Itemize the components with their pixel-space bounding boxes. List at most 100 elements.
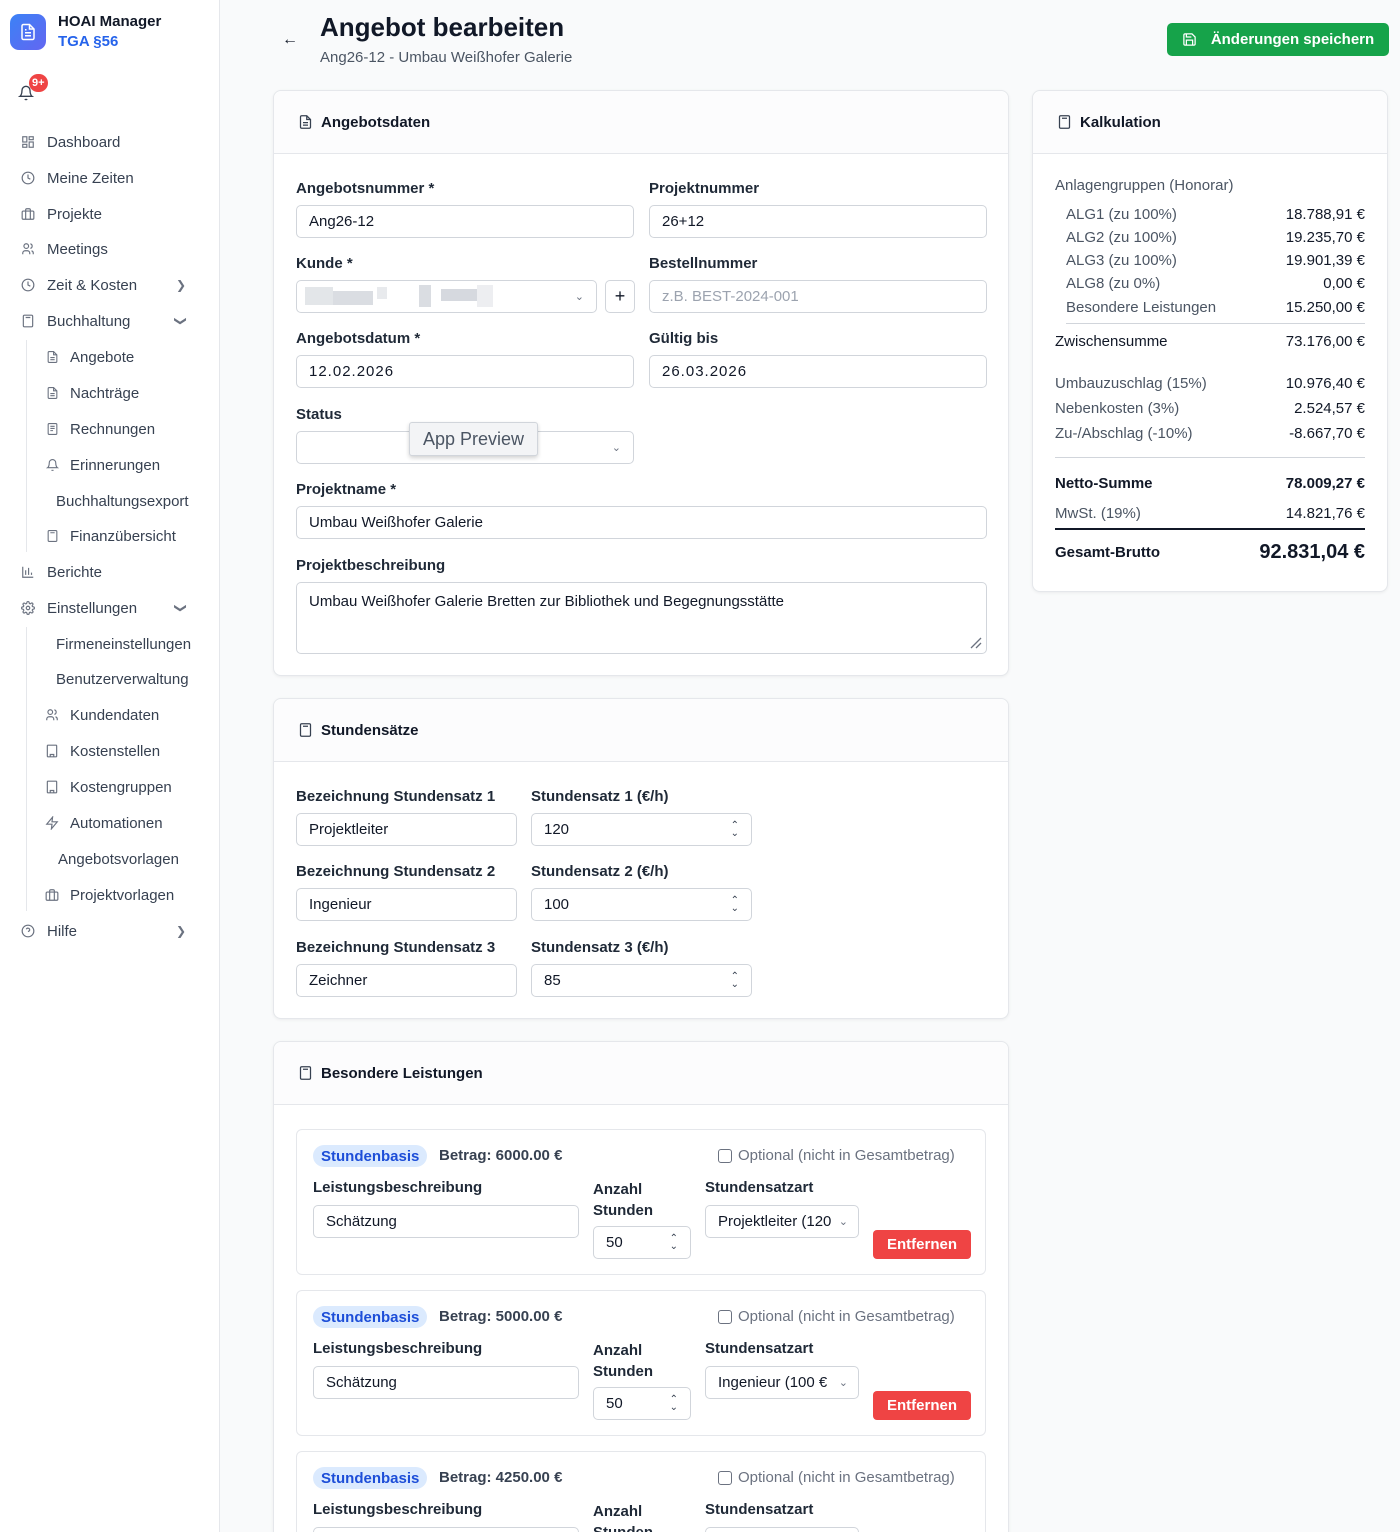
checkbox-icon[interactable] [718, 1148, 732, 1163]
angebotsdatum-input[interactable]: 12.02.2026 [296, 355, 634, 388]
group-title: Anlagengruppen (Honorar) [1055, 177, 1365, 194]
nav-automationen[interactable]: Automationen [44, 811, 163, 835]
leistung-item: Stundenbasis Betrag: 6000.00 € Optional … [296, 1129, 986, 1275]
nav-dashboard[interactable]: Dashboard [20, 130, 200, 154]
file-text-icon [44, 349, 60, 365]
nav-benutzerverwaltung[interactable]: Benutzerverwaltung [56, 667, 189, 691]
zwischensumme-row: Zwischensumme 73.176,00 € [1055, 333, 1365, 350]
stundensatz-1-rate-input[interactable]: 120 ⌃ ⌄ [531, 813, 752, 846]
stepper-icon[interactable]: ⌃ ⌄ [731, 895, 739, 913]
stundensatz-3-name-label: Bezeichnung Stundensatz 3 [296, 939, 496, 956]
optional-label: Optional (nicht in Gesamtbetrag) [738, 1147, 955, 1164]
chevron-right-icon: ❯ [175, 278, 186, 292]
redacted-block [305, 287, 333, 305]
beschreibung-textarea[interactable]: Umbau Weißhofer Galerie Bretten zur Bibl… [296, 582, 987, 654]
beschreibung-text: Umbau Weißhofer Galerie Bretten zur Bibl… [309, 593, 784, 610]
kalkulation-card: Kalkulation Anlagengruppen (Honorar) ALG… [1032, 90, 1388, 592]
gueltig-input[interactable]: 26.03.2026 [649, 355, 987, 388]
save-button[interactable]: Änderungen speichern [1167, 23, 1389, 56]
card-header: Besondere Leistungen [274, 1042, 1008, 1105]
nav-meetings[interactable]: Meetings [20, 237, 200, 261]
bestellnummer-input[interactable]: z.B. BEST-2024-001 [649, 280, 987, 313]
remove-button[interactable]: Entfernen [873, 1230, 971, 1259]
stundensatz-3-name-input[interactable]: Zeichner [296, 964, 517, 997]
resize-handle-icon[interactable] [968, 635, 982, 649]
stundensatz-3-rate-label: Stundensatz 3 (€/h) [531, 939, 669, 956]
stundensaetze-card: Stundensätze Bezeichnung Stundensatz 1 P… [273, 698, 1009, 1019]
stepper-icon[interactable]: ⌃ ⌄ [670, 1394, 678, 1412]
desc-label: Leistungsbeschreibung [313, 1179, 483, 1196]
besondere-leistungen-card: Besondere Leistungen Stundenbasis Betrag… [273, 1041, 1009, 1532]
calculator-icon [20, 313, 36, 329]
nav-buchhaltung[interactable]: Buchhaltung ❯ [20, 309, 200, 333]
stundensatz-1-name-input[interactable]: Projektleiter [296, 813, 517, 846]
nav-rechnungen[interactable]: Rechnungen [44, 417, 155, 441]
bell-icon [44, 457, 60, 473]
nav-kundendaten[interactable]: Kundendaten [44, 703, 159, 727]
nav-finanzuebersicht[interactable]: Finanzübersicht [44, 524, 176, 548]
calculator-icon [298, 722, 313, 738]
checkbox-icon[interactable] [718, 1470, 732, 1485]
checkbox-icon[interactable] [718, 1309, 732, 1324]
desc-input[interactable]: Schätzung [313, 1205, 579, 1238]
projektname-input[interactable]: Umbau Weißhofer Galerie [296, 506, 987, 539]
kunde-select[interactable]: ⌄ [296, 280, 597, 313]
nav-firmeneinstellungen[interactable]: Firmeneinstellungen [56, 632, 191, 656]
nav-nachtraege[interactable]: Nachträge [44, 381, 139, 405]
anzahl-label: Anzahl Stunden [593, 1340, 653, 1382]
desc-input[interactable]: Schätzung [313, 1366, 579, 1399]
card-title: Angebotsdaten [321, 113, 431, 131]
nav-label: Firmeneinstellungen [56, 635, 192, 653]
nav-kostenstellen[interactable]: Kostenstellen [44, 739, 160, 763]
nav-erinnerungen[interactable]: Erinnerungen [44, 453, 160, 477]
kalk-row: ALG1 (zu 100%) 18.788,91 € [1055, 206, 1365, 223]
satzart-select[interactable]: Ingenieur (100 € ⌄ [705, 1366, 859, 1399]
nav-meine-zeiten[interactable]: Meine Zeiten [20, 166, 200, 190]
anzahl-label-line: Stunden [593, 1363, 653, 1380]
kalk-value: 14.821,76 € [1285, 505, 1365, 522]
nav-label: Meetings [47, 240, 108, 258]
stunden-value: 50 [606, 1234, 623, 1251]
nav-projektvorlagen[interactable]: Projektvorlagen [44, 883, 174, 907]
nav-label: Finanzübersicht [70, 527, 176, 545]
add-kunde-button[interactable]: + [605, 280, 635, 313]
redacted-block [477, 285, 493, 307]
divider [1055, 457, 1365, 458]
nav-label: Nachträge [70, 384, 140, 402]
nav-label: Einstellungen [47, 599, 138, 617]
nav-hilfe[interactable]: Hilfe ❯ [20, 919, 200, 943]
optional-checkbox[interactable]: Optional (nicht in Gesamtbetrag) [718, 1469, 955, 1486]
stunden-input[interactable]: 50 ⌃ ⌄ [593, 1387, 691, 1420]
projektnummer-input[interactable]: 26+12 [649, 205, 987, 238]
desc-input[interactable] [313, 1527, 579, 1532]
stundensatz-2-name-input[interactable]: Ingenieur [296, 888, 517, 921]
stepper-icon[interactable]: ⌃ ⌄ [731, 971, 739, 989]
stepper-icon[interactable]: ⌃ ⌄ [731, 820, 739, 838]
stundensatz-2-rate-input[interactable]: 100 ⌃ ⌄ [531, 888, 752, 921]
nav-label: Berichte [47, 563, 103, 581]
remove-button[interactable]: Entfernen [873, 1391, 971, 1420]
kalkulation-body: Anlagengruppen (Honorar) ALG1 (zu 100%) 1… [1055, 91, 1365, 591]
nav-angebote[interactable]: Angebote [44, 345, 134, 369]
optional-checkbox[interactable]: Optional (nicht in Gesamtbetrag) [718, 1308, 955, 1325]
optional-checkbox[interactable]: Optional (nicht in Gesamtbetrag) [718, 1147, 955, 1164]
stunden-input[interactable]: 50 ⌃ ⌄ [593, 1226, 691, 1259]
nav-projekte[interactable]: Projekte [20, 202, 200, 226]
stepper-icon[interactable]: ⌃ ⌄ [670, 1233, 678, 1251]
angebotsdaten-card: Angebotsdaten Angebotsnummer * Ang26-12 … [273, 90, 1009, 676]
nav-buchhaltungsexport[interactable]: Buchhaltungsexport [56, 489, 189, 513]
nav-einstellungen[interactable]: Einstellungen ❯ [20, 596, 200, 620]
rate-value: 85 [544, 972, 561, 989]
satzart-select[interactable] [705, 1527, 859, 1532]
brand[interactable]: HOAI Manager TGA §56 [10, 12, 161, 52]
nav-berichte[interactable]: Berichte [20, 560, 200, 584]
satzart-select[interactable]: Projektleiter (120 ⌄ [705, 1205, 859, 1238]
optional-label: Optional (nicht in Gesamtbetrag) [738, 1469, 955, 1486]
divider [1066, 323, 1365, 324]
angebotsnummer-input[interactable]: Ang26-12 [296, 205, 634, 238]
nav-zeit-kosten[interactable]: Zeit & Kosten ❯ [20, 273, 200, 297]
nav-angebotsvorlagen[interactable]: Angebotsvorlagen [58, 847, 179, 871]
stundensatz-3-rate-input[interactable]: 85 ⌃ ⌄ [531, 964, 752, 997]
back-arrow-icon[interactable]: ← [280, 30, 300, 50]
nav-kostengruppen[interactable]: Kostengruppen [44, 775, 172, 799]
